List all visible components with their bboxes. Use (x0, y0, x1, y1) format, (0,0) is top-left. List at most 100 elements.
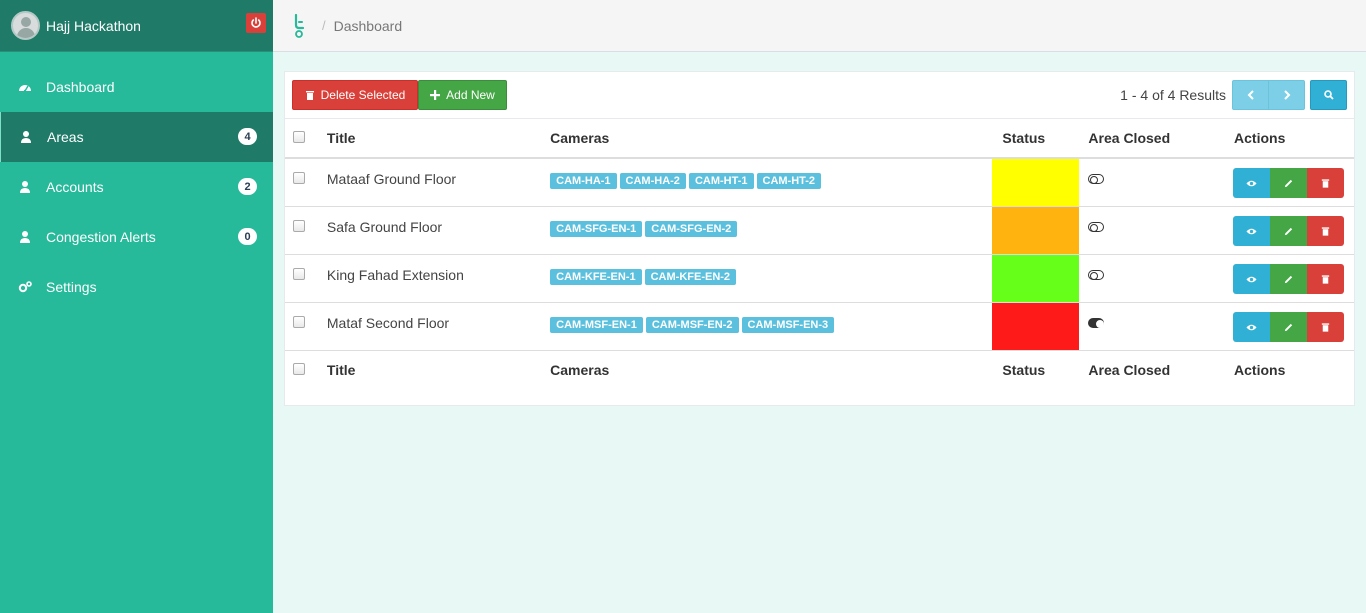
search-icon (1323, 90, 1334, 100)
camera-tag: CAM-MSF-EN-2 (645, 317, 739, 333)
camera-tag: CAM-HA-2 (619, 173, 686, 189)
area-closed-toggle[interactable] (1088, 270, 1105, 280)
sidebar-item-settings[interactable]: Settings (0, 262, 273, 312)
edit-button[interactable] (1270, 168, 1308, 198)
pencil-icon (1284, 179, 1293, 187)
sidebar-item-label: Accounts (46, 179, 104, 195)
eye-icon (1246, 324, 1257, 330)
sidebar-item-dashboard[interactable]: Dashboard (0, 62, 273, 112)
camera-list: CAM-SFG-EN-1 CAM-SFG-EN-2 (550, 207, 992, 255)
row-checkbox[interactable] (293, 220, 305, 232)
delete-selected-label: Delete Selected (320, 88, 406, 102)
user-icon (18, 129, 34, 145)
dashboard-icon (17, 79, 33, 95)
chevron-right-icon (1283, 90, 1290, 100)
row-checkbox[interactable] (293, 172, 305, 184)
cogs-icon (17, 279, 33, 295)
sidebar-item-label: Congestion Alerts (46, 229, 156, 245)
view-button[interactable] (1233, 264, 1271, 294)
delete-button[interactable] (1307, 216, 1345, 246)
camera-tag: CAM-HA-1 (550, 173, 617, 189)
row-checkbox[interactable] (293, 316, 305, 328)
prev-page-button[interactable] (1232, 80, 1269, 110)
areas-panel: Delete Selected Add New 1 - 4 of 4 Resul… (284, 71, 1355, 406)
select-all-checkbox[interactable] (293, 131, 305, 143)
plus-icon (430, 90, 441, 100)
table-row: Mataaf Ground Floor CAM-HA-1 CAM-HA-2 CAM-… (285, 158, 1354, 207)
trash-icon (1321, 322, 1330, 332)
sidebar-item-areas[interactable]: Areas 4 (0, 112, 273, 162)
status-indicator (992, 207, 1080, 254)
camera-tag: CAM-SFG-EN-1 (550, 221, 643, 237)
camera-tag: CAM-MSF-EN-3 (741, 317, 835, 333)
trash-icon (305, 91, 314, 100)
delete-selected-button[interactable]: Delete Selected (292, 80, 418, 110)
sidebar-item-label: Areas (47, 129, 84, 145)
user-icon (17, 229, 33, 245)
sidebar-item-accounts[interactable]: Accounts 2 (0, 162, 273, 212)
sidebar-item-label: Dashboard (46, 79, 115, 95)
app-title: Hajj Hackathon (46, 17, 141, 34)
add-new-button[interactable]: Add New (418, 80, 507, 110)
pencil-icon (1284, 227, 1293, 235)
area-closed-toggle[interactable] (1088, 222, 1105, 232)
sidebar-item-congestion-alerts[interactable]: Congestion Alerts 0 (0, 212, 273, 262)
area-title: Mataf Second Floor (326, 315, 450, 331)
column-header-title[interactable]: Title (327, 119, 550, 158)
status-indicator (992, 303, 1080, 350)
view-button[interactable] (1233, 168, 1271, 198)
row-checkbox[interactable] (293, 268, 305, 280)
delete-button[interactable] (1307, 264, 1345, 294)
area-closed-toggle[interactable] (1088, 318, 1105, 328)
logo-icon[interactable] (290, 13, 308, 39)
table-footer-row: Title Cameras Status Area Closed Actions (285, 351, 1354, 390)
column-header-status[interactable]: Status (992, 119, 1079, 158)
edit-button[interactable] (1270, 312, 1308, 342)
column-footer-cameras: Cameras (550, 362, 610, 379)
trash-icon (1321, 274, 1330, 284)
column-footer-area-closed: Area Closed (1088, 362, 1171, 379)
sidebar-menu: Dashboard Areas 4 Accounts 2 Congestion … (0, 62, 273, 312)
add-new-label: Add New (446, 88, 495, 102)
camera-list: CAM-KFE-EN-1 CAM-KFE-EN-2 (550, 255, 992, 303)
sidebar: Hajj Hackathon Dashboard Areas 4 Account… (0, 0, 273, 613)
view-button[interactable] (1233, 216, 1271, 246)
sidebar-item-label: Settings (46, 279, 97, 295)
trash-icon (1321, 226, 1330, 236)
camera-list: CAM-MSF-EN-1 CAM-MSF-EN-2 CAM-MSF-EN-3 (550, 303, 992, 351)
table-row: Safa Ground Floor CAM-SFG-EN-1 CAM-SFG-EN… (285, 207, 1354, 255)
eye-icon (1246, 180, 1257, 186)
column-header-actions: Actions (1234, 130, 1286, 146)
row-actions (1233, 264, 1354, 294)
delete-button[interactable] (1307, 168, 1345, 198)
count-badge: 4 (238, 128, 257, 145)
view-button[interactable] (1233, 312, 1271, 342)
row-actions (1233, 168, 1354, 198)
trash-icon (1321, 178, 1330, 188)
areas-table: Title Cameras Status Area Closed Actions… (285, 119, 1354, 390)
eye-icon (1246, 276, 1257, 282)
select-all-checkbox-footer[interactable] (293, 363, 305, 376)
pencil-icon (1284, 275, 1293, 283)
search-button[interactable] (1310, 80, 1347, 110)
edit-button[interactable] (1270, 264, 1308, 294)
area-closed-toggle[interactable] (1088, 174, 1105, 184)
next-page-button[interactable] (1268, 80, 1305, 110)
column-footer-status: Status (1002, 362, 1046, 379)
column-header-cameras[interactable]: Cameras (550, 119, 992, 158)
edit-button[interactable] (1270, 216, 1308, 246)
logout-button[interactable] (246, 13, 266, 33)
delete-button[interactable] (1307, 312, 1345, 342)
results-count: 1 - 4 of 4 Results (1120, 87, 1226, 103)
table-row: Mataf Second Floor CAM-MSF-EN-1 CAM-MSF-E… (285, 303, 1354, 351)
sidebar-header: Hajj Hackathon (0, 0, 273, 52)
breadcrumb-separator: / (322, 18, 326, 33)
avatar[interactable] (11, 11, 40, 40)
row-actions (1233, 216, 1354, 246)
count-badge: 2 (238, 178, 257, 195)
count-badge: 0 (238, 228, 257, 245)
camera-tag: CAM-KFE-EN-2 (644, 269, 737, 285)
area-title: King Fahad Extension (326, 267, 464, 283)
breadcrumb[interactable]: Dashboard (334, 18, 403, 34)
column-header-area-closed[interactable]: Area Closed (1079, 119, 1225, 158)
